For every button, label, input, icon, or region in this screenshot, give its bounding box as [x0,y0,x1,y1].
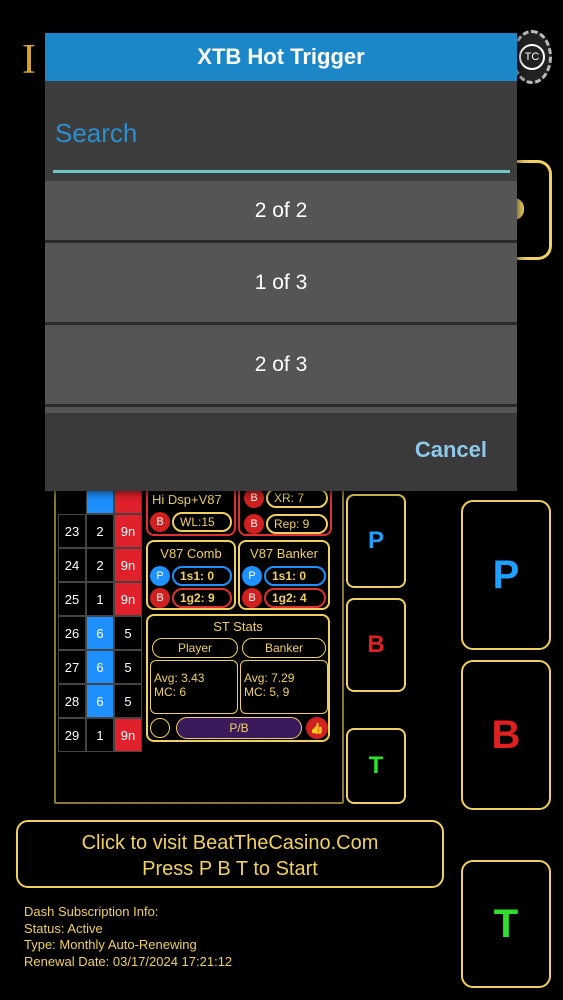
player-bubble: P [242,566,262,586]
st-stats-panel: ST Stats Player Banker Avg: 3.43 MC: 6 A… [146,614,330,742]
list-item[interactable]: 2 of 3 [45,325,517,407]
player-small-button[interactable]: P [346,494,406,588]
dialog-title: XTB Hot Trigger [45,33,517,81]
v87-comb-panel: V87 Comb P 1s1: 0 B 1g2: 9 [146,540,236,610]
hot-trigger-dialog: XTB Hot Trigger 2 of 2 1 of 3 2 of 3 Can… [45,33,517,491]
banker-bubble: B [150,512,170,532]
toggle-circle[interactable] [150,718,170,738]
player-stats-box: Avg: 3.43 MC: 6 [150,660,238,714]
list-item[interactable] [45,407,517,413]
banker-button[interactable]: B [461,660,551,810]
casino-chip-icon: TC [512,30,552,84]
wl-pill: WL:15 [172,512,232,532]
subscription-info: Dash Subscription Info: Status: Active T… [24,904,233,969]
roadmap-table: 23 2 9n 24 2 9n 25 1 9n 26 6 5 27 6 5 28… [58,480,142,752]
banker-stats-button[interactable]: Banker [242,638,326,658]
rep-pill: Rep: 9 [266,514,328,534]
search-input[interactable] [55,113,485,153]
list-item[interactable]: 1 of 3 [45,243,517,325]
table-row: 24 2 9n [58,548,142,582]
table-row: 28 6 5 [58,684,142,718]
banker-small-button[interactable]: B [346,598,406,692]
table-row: 27 6 5 [58,650,142,684]
visit-website-button[interactable]: Click to visit BeatTheCasino.Com Press P… [16,820,444,888]
v87-banker-panel: V87 Banker P 1s1: 0 B 1g2: 4 [238,540,330,610]
banker-bubble: B [242,588,262,608]
table-row: 26 6 5 [58,616,142,650]
banker-stats-box: Avg: 7.29 MC: 5, 9 [240,660,328,714]
trigger-list: 2 of 2 1 of 3 2 of 3 [45,181,517,413]
search-underline [53,170,510,173]
thumbs-up-icon[interactable]: 👍 [306,717,328,739]
search-area [45,81,517,181]
banker-bubble: B [244,514,264,534]
tie-button[interactable]: T [461,860,551,988]
pb-button[interactable]: P/B [176,717,302,739]
banker-bubble: B [150,588,170,608]
table-row: 25 1 9n [58,582,142,616]
player-button[interactable]: P [461,500,551,650]
table-row: 29 1 9n [58,718,142,752]
list-item[interactable]: 2 of 2 [45,181,517,243]
player-bubble: P [150,566,170,586]
table-row: 23 2 9n [58,514,142,548]
dialog-footer: Cancel [45,425,517,491]
banker-bubble: B [244,488,264,508]
tie-small-button[interactable]: T [346,728,406,804]
xr-pill: XR: 7 [266,488,328,508]
cancel-button[interactable]: Cancel [415,437,487,463]
player-stats-button[interactable]: Player [152,638,238,658]
